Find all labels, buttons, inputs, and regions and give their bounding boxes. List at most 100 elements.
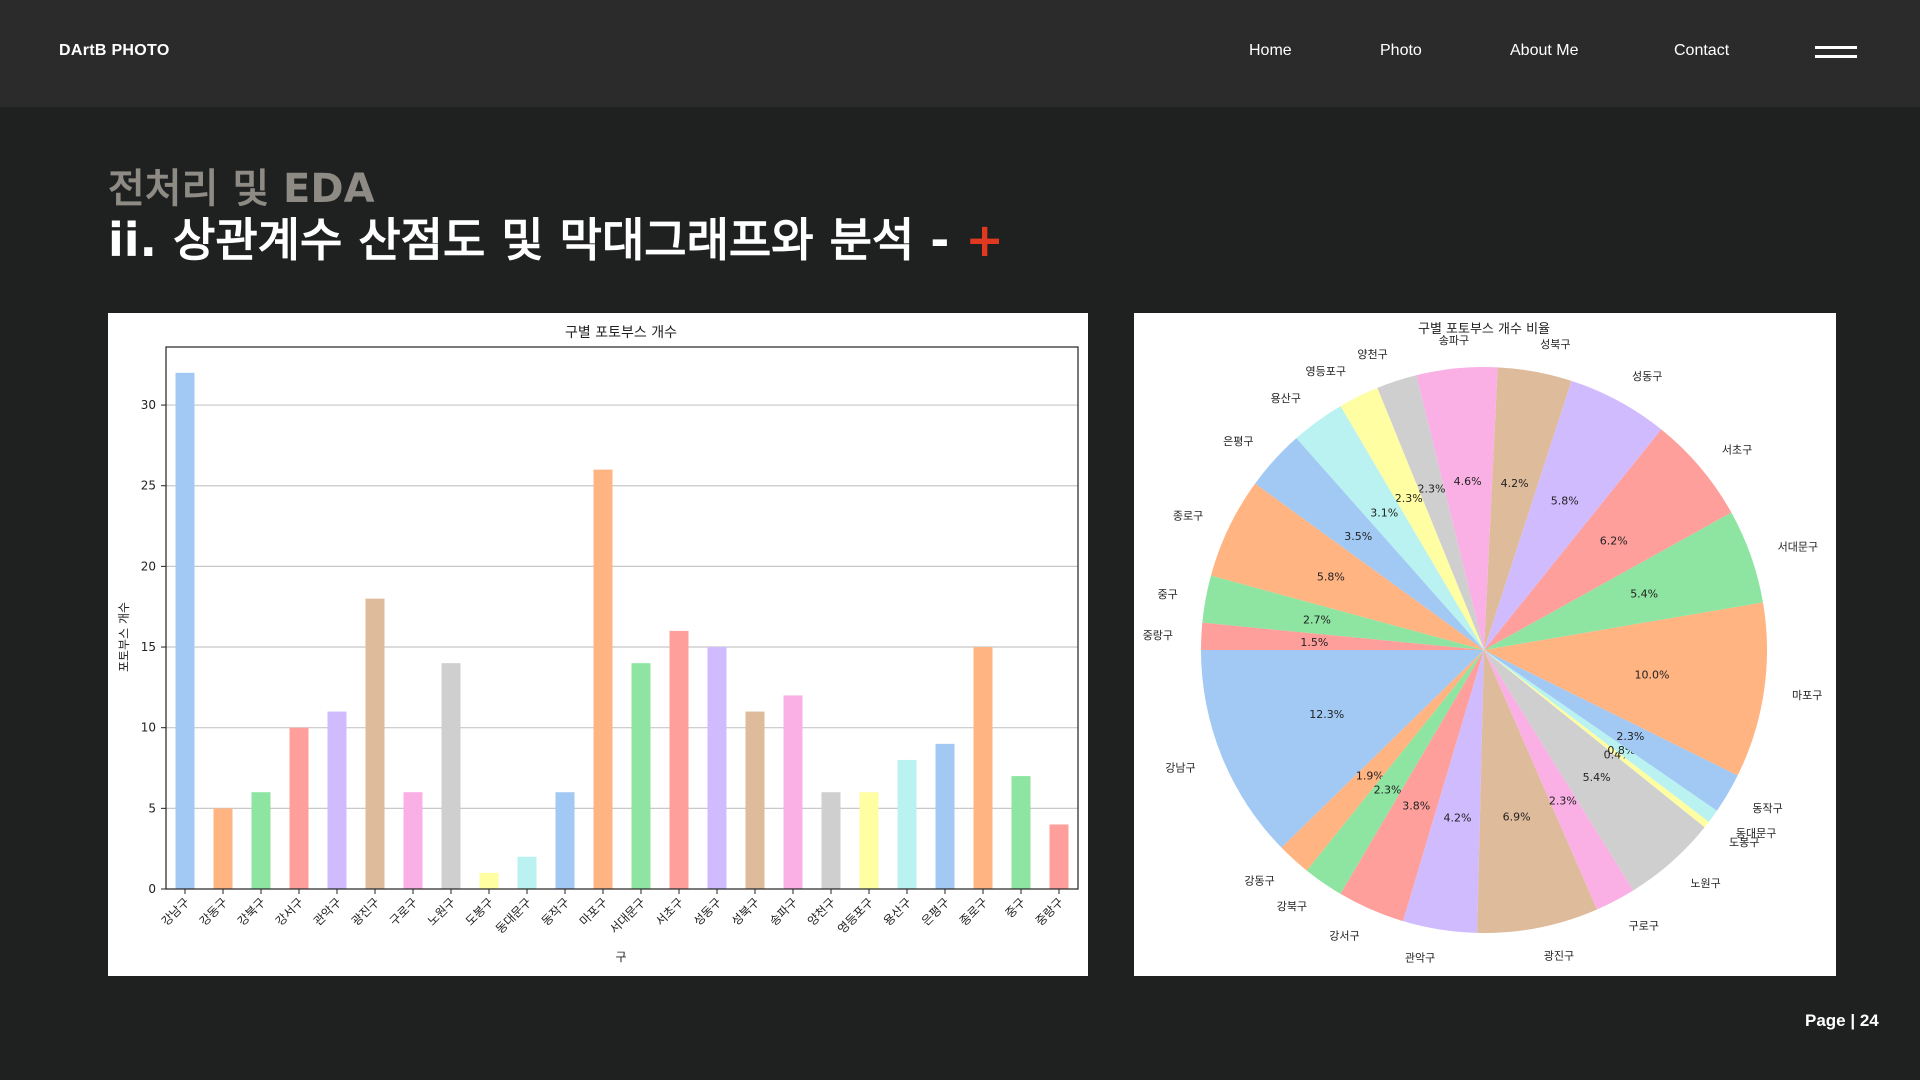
pie-percent-label: 4.6% bbox=[1454, 475, 1482, 488]
pie-category-label: 종로구 bbox=[1173, 509, 1203, 522]
pie-category-label: 서대문구 bbox=[1778, 541, 1818, 554]
bar-xtick-label: 종로구 bbox=[957, 895, 990, 928]
bar-xtick-label: 강동구 bbox=[197, 895, 230, 928]
nav-contact[interactable]: Contact bbox=[1674, 42, 1729, 60]
pie-percent-label: 5.8% bbox=[1551, 495, 1579, 508]
bar-은평구 bbox=[935, 743, 955, 889]
bar-성북구 bbox=[745, 711, 765, 889]
bar-동대문구 bbox=[517, 856, 537, 889]
bar-xtick-label: 마포구 bbox=[577, 895, 610, 928]
bar-ytick-label: 15 bbox=[141, 640, 156, 654]
pie-percent-label: 1.5% bbox=[1300, 636, 1328, 649]
bar-ytick-label: 10 bbox=[141, 721, 156, 735]
bar-xtick-label: 관악구 bbox=[311, 895, 344, 928]
nav-about-me[interactable]: About Me bbox=[1510, 42, 1578, 60]
pie-percent-label: 10.0% bbox=[1635, 669, 1670, 682]
bar-강북구 bbox=[251, 792, 271, 889]
bar-ytick-label: 25 bbox=[141, 479, 156, 493]
bar-중랑구 bbox=[1049, 824, 1069, 889]
pie-category-label: 성동구 bbox=[1632, 370, 1662, 383]
bar-chart: 구별 포토부스 개수 포토부스 개수 0 5 10 15 20 25 30 강남구 강동구 강북구… bbox=[117, 325, 1079, 964]
bar-chart-xlabel: 구 bbox=[615, 950, 626, 964]
pie-percent-label: 4.2% bbox=[1443, 812, 1471, 825]
pie-category-label: 강서구 bbox=[1329, 929, 1359, 942]
pie-category-label: 서초구 bbox=[1722, 443, 1752, 456]
bar-xtick-label: 서대문구 bbox=[607, 895, 648, 936]
bar-chart-panel: 구별 포토부스 개수 포토부스 개수 0 5 10 15 20 25 30 강남구 강동구 강북구… bbox=[108, 313, 1088, 976]
pie-category-label: 중랑구 bbox=[1143, 629, 1173, 642]
bar-양천구 bbox=[821, 792, 841, 889]
pie-percent-label: 12.3% bbox=[1309, 708, 1344, 721]
bar-xtick-label: 도봉구 bbox=[463, 895, 496, 928]
bar-xtick-label: 구로구 bbox=[387, 895, 420, 928]
bar-xtick-label: 동대문구 bbox=[493, 895, 534, 936]
pie-chart: 구별 포토부스 개수 비율 강남구12.3%강동구1.9%강북구2.3%강서구3… bbox=[1143, 322, 1823, 964]
bar-동작구 bbox=[555, 792, 575, 889]
bar-chart-title: 구별 포토부스 개수 bbox=[565, 325, 677, 341]
bar-chart-ylabel: 포토부스 개수 bbox=[117, 602, 131, 672]
pie-percent-label: 6.9% bbox=[1503, 811, 1531, 824]
pie-percent-label: 2.3% bbox=[1374, 784, 1402, 797]
bar-xtick-label: 양천구 bbox=[804, 895, 838, 929]
pie-category-label: 강북구 bbox=[1277, 900, 1307, 913]
bar-강동구 bbox=[213, 808, 233, 889]
bar-xtick-label: 서초구 bbox=[653, 895, 686, 928]
pie-percent-label: 2.3% bbox=[1549, 794, 1577, 807]
bar-xtick-label: 성북구 bbox=[729, 895, 762, 928]
bar-마포구 bbox=[593, 469, 613, 889]
pie-category-label: 동작구 bbox=[1752, 802, 1782, 815]
bar-xtick-label: 중랑구 bbox=[1033, 895, 1066, 928]
bar-서대문구 bbox=[631, 663, 651, 889]
bar-xtick-label: 중구 bbox=[1003, 895, 1029, 921]
bar-xtick-label: 성동구 bbox=[691, 895, 724, 928]
pie-percent-label: 2.3% bbox=[1395, 492, 1423, 505]
bar-관악구 bbox=[327, 711, 347, 889]
pie-category-label: 양천구 bbox=[1357, 347, 1387, 361]
bar-노원구 bbox=[441, 663, 461, 889]
plus-icon: + bbox=[965, 213, 1004, 267]
bar-중구 bbox=[1011, 776, 1031, 889]
pie-category-label: 용산구 bbox=[1271, 392, 1301, 405]
pie-percent-label: 3.5% bbox=[1344, 530, 1372, 543]
bar-용산구 bbox=[897, 759, 917, 889]
bar-송파구 bbox=[783, 695, 803, 889]
pie-percent-label: 3.1% bbox=[1370, 507, 1398, 520]
nav-home[interactable]: Home bbox=[1249, 42, 1292, 60]
pie-category-label: 중구 bbox=[1158, 588, 1178, 601]
bar-서초구 bbox=[669, 630, 689, 889]
pie-percent-label: 4.2% bbox=[1501, 477, 1529, 490]
pie-category-label: 송파구 bbox=[1439, 334, 1469, 347]
bar-강남구 bbox=[175, 372, 195, 889]
bar-ytick-label: 30 bbox=[141, 398, 156, 412]
pie-chart-panel: 구별 포토부스 개수 비율 강남구 12.3% 강동구 1.9% 강북구 2.3% 강서구 3… bbox=[1134, 313, 1836, 976]
brand-logo[interactable]: DArtB PHOTO bbox=[59, 42, 170, 60]
bar-ytick-label: 5 bbox=[148, 801, 156, 815]
nav-photo[interactable]: Photo bbox=[1380, 42, 1422, 60]
pie-percent-label: 5.8% bbox=[1317, 571, 1345, 584]
slide-title: ii. 상관계수 산점도 및 막대그래프와 분석 - + bbox=[108, 204, 1004, 270]
hamburger-icon[interactable] bbox=[1815, 46, 1857, 60]
bar-광진구 bbox=[365, 598, 385, 889]
bar-xtick-label: 노원구 bbox=[425, 895, 458, 928]
pie-percent-label: 3.8% bbox=[1402, 800, 1430, 813]
pie-category-label: 동대문구 bbox=[1736, 827, 1776, 840]
bar-xtick-label: 강북구 bbox=[235, 895, 268, 928]
bar-xtick-label: 영등포구 bbox=[835, 895, 876, 936]
bar-ytick-label: 0 bbox=[148, 882, 156, 896]
bar-종로구 bbox=[973, 647, 993, 889]
pie-category-label: 영등포구 bbox=[1306, 365, 1346, 378]
bar-구로구 bbox=[403, 792, 423, 889]
bar-ytick-label: 20 bbox=[141, 559, 156, 573]
pie-category-label: 강동구 bbox=[1244, 875, 1274, 888]
bar-도봉구 bbox=[479, 872, 499, 889]
pie-percent-label: 5.4% bbox=[1630, 588, 1658, 601]
top-navbar: DArtB PHOTO Home Photo About Me Contact bbox=[0, 0, 1920, 107]
pie-percent-label: 2.3% bbox=[1616, 730, 1644, 743]
pie-category-label: 강남구 bbox=[1165, 761, 1195, 774]
page-number: Page | 24 bbox=[1805, 1011, 1879, 1030]
pie-category-label: 관악구 bbox=[1405, 951, 1435, 964]
bar-영등포구 bbox=[859, 792, 879, 889]
bar-xtick-label: 송파구 bbox=[767, 895, 800, 928]
bar-xtick-label: 용산구 bbox=[881, 895, 914, 928]
pie-category-label: 마포구 bbox=[1792, 689, 1822, 702]
